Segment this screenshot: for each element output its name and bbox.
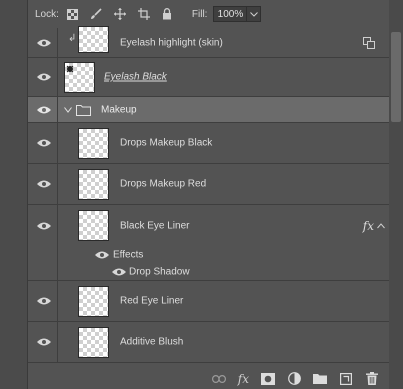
trash-icon[interactable]	[365, 372, 379, 386]
group-name[interactable]: Makeup	[101, 104, 137, 115]
folder-icon[interactable]	[313, 372, 327, 386]
effects-row[interactable]: Effects	[28, 246, 389, 263]
layers-list: ↲ Eyelash highlight (skin) Eyelash Black…	[28, 26, 389, 363]
visibility-eye-icon[interactable]	[111, 267, 127, 277]
visibility-eye-icon[interactable]	[36, 221, 52, 231]
fx-icon[interactable]: fx	[238, 372, 249, 386]
layers-panel: Lock: Fill: 100% ↲ Eyelash highlight (sk…	[0, 0, 403, 389]
visibility-eye-icon[interactable]	[36, 337, 52, 347]
visibility-eye-icon[interactable]	[36, 72, 52, 82]
layer-name[interactable]: Black Eye Liner	[120, 220, 189, 231]
chevron-down-icon[interactable]	[64, 107, 72, 113]
layer-row[interactable]: Red Eye Liner	[28, 281, 389, 322]
layer-row[interactable]: Black Eye Liner fx	[28, 205, 389, 246]
lock-icon[interactable]	[162, 8, 172, 20]
layer-name[interactable]: Eyelash highlight (skin)	[120, 37, 223, 48]
layer-thumbnail	[78, 26, 109, 53]
adjustment-icon[interactable]	[287, 372, 301, 386]
layer-name[interactable]: Drops Makeup Black	[120, 138, 212, 149]
effects-label: Effects	[113, 249, 144, 260]
fill-input[interactable]: 100%	[213, 6, 248, 22]
fx-icon[interactable]: fx	[363, 219, 374, 233]
layer-row[interactable]: Eyelash Black	[28, 58, 389, 97]
layer-thumbnail	[78, 286, 109, 317]
layer-row[interactable]: Drops Makeup Black	[28, 123, 389, 164]
effect-row-drop-shadow[interactable]: Drop Shadow	[28, 263, 389, 281]
visibility-eye-icon[interactable]	[36, 105, 52, 115]
lock-transparency-icon[interactable]	[66, 8, 78, 20]
layer-row[interactable]: Drops Makeup Red	[28, 164, 389, 205]
layers-toolbar: fx	[28, 368, 389, 389]
new-layer-icon[interactable]	[339, 372, 353, 386]
chevron-up-icon[interactable]	[377, 222, 385, 229]
layer-thumbnail	[78, 327, 109, 358]
layer-name[interactable]: Additive Blush	[120, 337, 183, 348]
folder-icon	[76, 105, 91, 116]
layer-row[interactable]: Additive Blush	[28, 322, 389, 363]
visibility-eye-icon[interactable]	[36, 179, 52, 189]
lock-label: Lock:	[35, 8, 59, 20]
artboard-icon[interactable]	[137, 8, 150, 20]
scrollbar-thumb[interactable]	[391, 32, 401, 122]
move-icon[interactable]	[113, 8, 126, 20]
fill-label: Fill:	[191, 8, 208, 20]
layer-name[interactable]: Red Eye Liner	[120, 296, 183, 307]
layer-thumbnail	[78, 169, 109, 200]
layer-thumbnail	[78, 128, 109, 159]
visibility-eye-icon[interactable]	[36, 296, 52, 306]
effect-name[interactable]: Drop Shadow	[129, 266, 190, 277]
layer-name[interactable]: Drops Makeup Red	[120, 179, 206, 190]
layer-name[interactable]: Eyelash Black	[104, 72, 167, 83]
eyelash-shape-icon	[66, 65, 74, 73]
visibility-eye-icon[interactable]	[36, 138, 52, 148]
layer-group-makeup[interactable]: Makeup	[28, 97, 389, 123]
linked-smart-icon	[363, 36, 375, 49]
mask-icon[interactable]	[261, 372, 275, 386]
brush-icon[interactable]	[90, 8, 102, 20]
fill-dropdown-button[interactable]	[247, 6, 262, 22]
chevron-down-icon	[250, 11, 258, 17]
clipping-mask-icon: ↲	[68, 33, 77, 44]
layer-thumbnail	[64, 62, 95, 93]
link-icon[interactable]	[211, 372, 226, 386]
layer-row[interactable]: ↲ Eyelash highlight (skin)	[28, 26, 389, 58]
scrollbar-track[interactable]	[389, 0, 403, 389]
panel-left-gutter	[0, 0, 27, 389]
layer-thumbnail	[78, 210, 109, 241]
lock-row: Lock: Fill: 100%	[28, 0, 389, 28]
visibility-eye-icon[interactable]	[94, 250, 110, 260]
visibility-eye-icon[interactable]	[36, 38, 52, 48]
